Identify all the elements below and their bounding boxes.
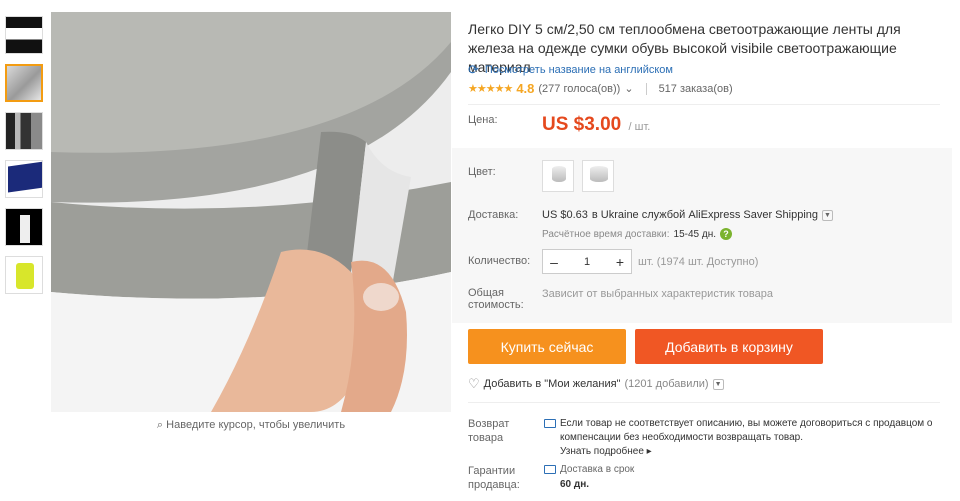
guarantee-info: Доставка в срок 60 дн. [560, 462, 634, 492]
color-swatch-2[interactable] [582, 160, 614, 192]
delivery-estimate: Расчётное время доставки: 15-45 дн. ? [542, 228, 733, 240]
magnifier-icon: ⌕ [156, 419, 164, 431]
total-value: Зависит от выбранных характеристик товар… [542, 288, 773, 300]
guarantee-title: Доставка в срок [560, 464, 635, 475]
returns-text: Если товар не соответствует описанию, вы… [560, 418, 933, 443]
minus-icon[interactable]: – [543, 254, 565, 270]
chevron-down-icon[interactable]: ▼ [712, 378, 724, 390]
returns-label-line1: Возврат [468, 418, 510, 430]
heart-icon: ♡ [468, 376, 480, 391]
guarantee-label-line2: продавца: [468, 479, 520, 491]
return-icon [544, 419, 556, 428]
stock-info: шт. (1974 шт. Доступно) [638, 256, 759, 268]
translate-icon: ⟳ [468, 62, 479, 77]
rating-value: 4.8 [516, 81, 535, 96]
help-icon[interactable]: ? [720, 228, 733, 240]
translate-link-text: Посмотреть название на английском [484, 64, 673, 76]
divider [468, 104, 940, 105]
total-label: Общая стоимость: [468, 287, 524, 311]
thumbnail-list [5, 16, 45, 304]
learn-more-text: Узнать подробнее [560, 446, 644, 457]
thumbnail-1[interactable] [5, 16, 43, 54]
guarantee-label-line1: Гарантии [468, 465, 516, 477]
quantity-input[interactable]: 1 [576, 256, 598, 268]
orders-count: 517 заказа(ов) [658, 82, 733, 95]
chevron-down-icon[interactable]: ⌄ [624, 82, 633, 95]
price-amount: US $3.00 [542, 114, 622, 135]
price-unit: / шт. [628, 121, 651, 133]
add-to-wishlist[interactable]: ♡ Добавить в "Мои желания" (1201 добавил… [468, 376, 724, 392]
zoom-hint: ⌕ Наведите курсор, чтобы увеличить [51, 419, 451, 432]
quantity-stepper: – 1 + [542, 249, 632, 274]
wishlist-count: (1201 добавили) [624, 378, 709, 390]
eta-value: 15-45 дн. [673, 228, 717, 240]
shipping-price: US $0.63 [542, 209, 588, 221]
returns-label-line2: товара [468, 432, 504, 444]
price-value: US $3.00 / шт. [542, 114, 650, 136]
thumbnail-4[interactable] [5, 160, 43, 198]
eta-label: Расчётное время доставки: [542, 228, 670, 240]
shipping-option[interactable]: US $0.63 в Ukraine службой AliExpress Sa… [542, 209, 833, 221]
buy-now-button[interactable]: Купить сейчас [468, 329, 626, 364]
thumbnail-3[interactable] [5, 112, 43, 150]
chevron-down-icon[interactable]: ▼ [822, 209, 833, 221]
plus-icon[interactable]: + [609, 254, 631, 270]
main-product-image[interactable] [51, 12, 451, 412]
divider [645, 82, 647, 95]
color-swatch-1[interactable] [542, 160, 574, 192]
star-rating-icon: ★★★★★ [468, 83, 513, 95]
thumbnail-6[interactable] [5, 256, 43, 294]
thumbnail-2-selected[interactable] [5, 64, 43, 102]
quantity-label: Количество: [468, 255, 531, 267]
rating-row: ★★★★★ 4.8 (277 голоса(ов)) ⌄ 517 заказа(… [468, 81, 733, 96]
guarantee-days: 60 дн. [560, 479, 590, 490]
returns-label: Возврат товара [468, 417, 509, 445]
learn-more-link[interactable]: Узнать подробнее ▸ [560, 446, 652, 457]
divider [468, 402, 940, 403]
thumbnail-5[interactable] [5, 208, 43, 246]
delivery-truck-icon [544, 465, 556, 474]
returns-info: Если товар не соответствует описанию, вы… [560, 417, 940, 459]
shipping-destination: в Ukraine службой AliExpress Saver Shipp… [591, 209, 818, 221]
translate-title-link[interactable]: ⟳ Посмотреть название на английском [468, 62, 673, 78]
total-label-line2: стоимость: [468, 299, 524, 311]
wishlist-text: Добавить в "Мои желания" [483, 378, 621, 390]
price-label: Цена: [468, 114, 498, 126]
total-label-line1: Общая [468, 287, 504, 299]
color-label: Цвет: [468, 166, 496, 178]
guarantee-label: Гарантии продавца: [468, 464, 520, 492]
shipping-label: Доставка: [468, 209, 519, 221]
add-to-cart-button[interactable]: Добавить в корзину [635, 329, 823, 364]
votes-link[interactable]: (277 голоса(ов)) [538, 83, 620, 95]
zoom-hint-text: Наведите курсор, чтобы увеличить [166, 419, 346, 431]
